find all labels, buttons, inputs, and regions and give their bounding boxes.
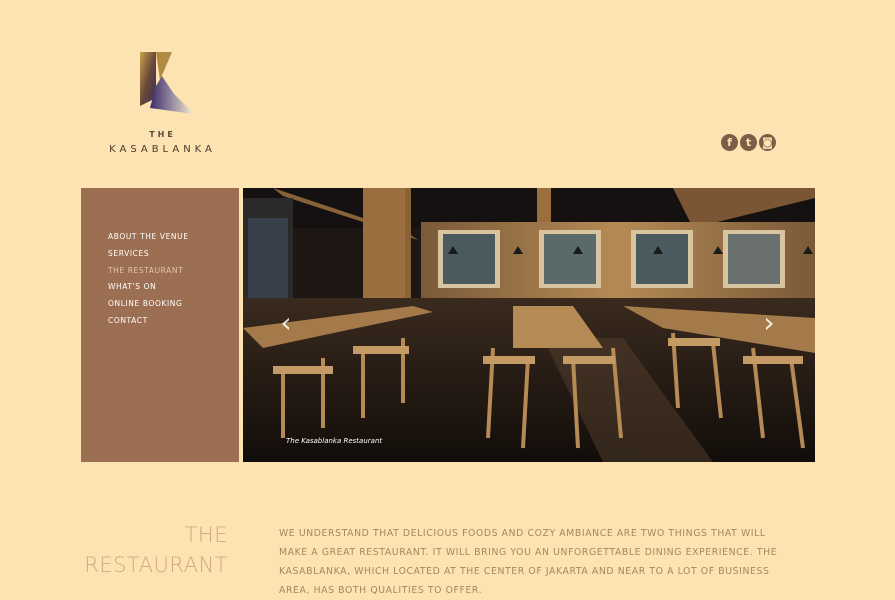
slider-prev-arrow-icon[interactable]: ‹ (275, 308, 297, 338)
instagram-icon[interactable]: ◙ (759, 134, 776, 151)
nav-item-contact[interactable]: CONTACT (108, 313, 189, 330)
logo-text-name: KASABLANKA (109, 144, 216, 155)
nav-item-about-the-venue[interactable]: ABOUT THE VENUE (108, 229, 189, 246)
logo-text-the: THE (149, 130, 176, 139)
nav-menu: ABOUT THE VENUE SERVICES THE RESTAURANT … (108, 229, 189, 330)
slider-next-arrow-icon[interactable]: › (758, 308, 780, 338)
facebook-icon[interactable]: f (721, 134, 738, 151)
nav-item-the-restaurant[interactable]: THE RESTAURANT (108, 263, 189, 280)
section-title: THE RESTAURANT (60, 520, 228, 580)
sidebar-nav: ABOUT THE VENUE SERVICES THE RESTAURANT … (81, 188, 239, 462)
restaurant-photo-slider[interactable]: ‹ › The Kasablanka Restaurant (243, 188, 815, 462)
photo-caption: The Kasablanka Restaurant (286, 437, 383, 445)
nav-item-whats-on[interactable]: WHAT'S ON (108, 279, 189, 296)
kasablanka-logo[interactable]: THE KASABLANKA (100, 46, 230, 161)
nav-item-services[interactable]: SERVICES (108, 246, 189, 263)
logo-k-mark (140, 52, 194, 114)
section-title-line2: RESTAURANT (84, 553, 228, 577)
nav-item-online-booking[interactable]: ONLINE BOOKING (108, 296, 189, 313)
twitter-icon[interactable]: t (740, 134, 757, 151)
section-body-text: WE UNDERSTAND THAT DELICIOUS FOODS AND C… (279, 528, 778, 596)
social-links: f t ◙ (721, 134, 776, 151)
section-title-line1: THE (184, 523, 228, 547)
restaurant-photo (243, 188, 815, 462)
